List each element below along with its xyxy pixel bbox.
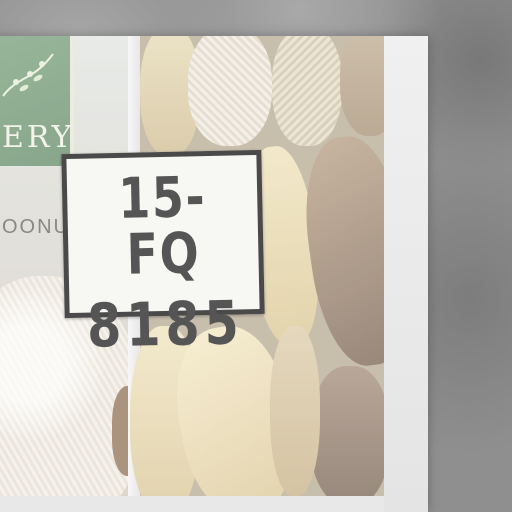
plate-line-1: 15-FQ [117,165,207,288]
plate-line-2: 8185 [86,288,245,362]
photo-border [384,36,428,512]
license-plate: 15-FQ 8185 [61,149,265,362]
